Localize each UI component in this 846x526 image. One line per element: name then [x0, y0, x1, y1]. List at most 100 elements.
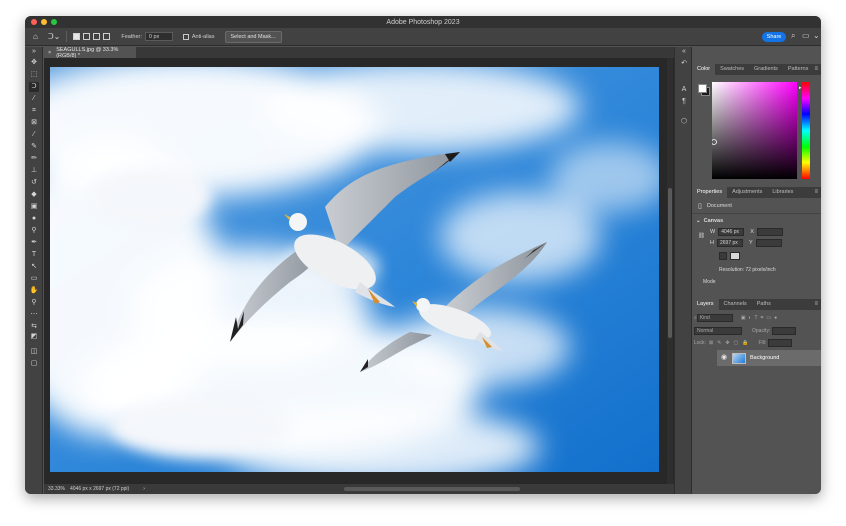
layer-filter-icons[interactable]: ▣◐T⌗▭●	[741, 315, 780, 321]
height-input[interactable]: 2697 px	[716, 239, 743, 247]
canvas-section-header[interactable]: ⌄ Canvas	[696, 218, 723, 224]
tab-swatches[interactable]: Swatches	[715, 64, 749, 75]
layer-filter-row: ⌕ Kind ▣◐T⌗▭●	[694, 314, 780, 322]
hue-slider[interactable]	[802, 82, 810, 179]
tab-color[interactable]: Color	[692, 64, 716, 75]
document-icon: ▯	[698, 203, 702, 210]
feather-input[interactable]: 0 px	[144, 32, 173, 41]
tab-adjustments[interactable]: Adjustments	[727, 187, 767, 198]
lasso-tool-icon[interactable]: ᑐ	[29, 82, 39, 92]
search-icon[interactable]: ⌕	[791, 31, 795, 41]
frame-tool-icon[interactable]: ⊠	[29, 118, 39, 128]
document-image[interactable]	[50, 67, 659, 472]
width-input[interactable]: 4046 px	[718, 228, 745, 236]
more-tools-icon[interactable]: ⋯	[29, 310, 39, 320]
intersect-selection-icon[interactable]	[103, 33, 111, 40]
paragraph-icon[interactable]: ¶	[679, 97, 689, 107]
lock-label: Lock:	[694, 340, 706, 346]
close-tab-icon[interactable]: ×	[48, 50, 51, 56]
layer-name: Background	[750, 355, 780, 361]
share-button[interactable]: Share	[762, 32, 786, 42]
foreground-color-swatch[interactable]	[698, 84, 707, 93]
zoom-level[interactable]: 33.33%	[48, 486, 70, 492]
move-tool-icon[interactable]: ✥	[29, 58, 39, 68]
swap-colors-icon[interactable]: ⇆	[29, 322, 39, 332]
chevron-down-icon[interactable]: ⌄	[813, 31, 820, 40]
lasso-preset-icon[interactable]: ᑐ⌄	[48, 32, 61, 41]
vertical-scrollbar[interactable]	[667, 58, 673, 484]
gradient-tool-icon[interactable]: ▣	[29, 202, 39, 212]
add-selection-icon[interactable]	[83, 33, 91, 40]
right-panels: Color Swatches Gradients Patterns ≡ ▸ Pr…	[692, 47, 821, 494]
x-input[interactable]	[756, 228, 783, 236]
subtract-selection-icon[interactable]	[93, 33, 101, 40]
marquee-tool-icon[interactable]: ⬚	[29, 70, 39, 80]
quick-selection-tool-icon[interactable]: ⁄	[29, 94, 39, 104]
eyedropper-tool-icon[interactable]: ⁄	[29, 130, 39, 140]
zoom-window-button[interactable]	[51, 19, 57, 25]
chevron-right-icon[interactable]: ›	[143, 486, 145, 492]
anti-alias-checkbox[interactable]	[182, 33, 189, 40]
healing-brush-tool-icon[interactable]: ✎	[29, 142, 39, 152]
tab-properties[interactable]: Properties	[692, 187, 728, 198]
layer-row-background[interactable]: ◉ Background 🔒︎	[717, 350, 821, 366]
cube-icon[interactable]: ⬡	[679, 117, 689, 127]
eye-icon[interactable]: ◉	[721, 354, 727, 361]
character-icon[interactable]: A	[679, 85, 689, 95]
color-swatches-icon[interactable]: ◩	[29, 332, 39, 342]
link-dimensions-icon[interactable]: ⛓	[698, 233, 705, 239]
path-selection-tool-icon[interactable]: ↖	[29, 262, 39, 272]
clone-stamp-tool-icon[interactable]: ⊥	[29, 166, 39, 176]
history-icon[interactable]: ↶	[679, 59, 689, 69]
panel-menu-icon[interactable]: ≡	[814, 64, 818, 75]
hue-slider-handle[interactable]: ▸	[799, 85, 802, 91]
screen-mode-icon[interactable]: ▢	[29, 359, 39, 369]
hand-tool-icon[interactable]: ✋	[29, 286, 39, 296]
lock-option-icons[interactable]: ⊠✎✥▢🔒	[709, 340, 753, 346]
close-window-button[interactable]	[31, 19, 37, 25]
history-brush-tool-icon[interactable]: ↺	[29, 178, 39, 188]
collapse-panels-icon[interactable]: «	[679, 47, 689, 57]
lock-fill-row: Lock: ⊠✎✥▢🔒 Fill:	[694, 339, 793, 347]
canvas-area[interactable]	[44, 58, 674, 484]
dodge-tool-icon[interactable]: ⚲	[29, 226, 39, 236]
tab-patterns[interactable]: Patterns	[783, 64, 813, 75]
fill-label: Fill:	[758, 340, 767, 346]
blend-mode-select[interactable]: Normal	[694, 327, 742, 335]
tab-gradients[interactable]: Gradients	[749, 64, 783, 75]
resolution-text: Resolution: 72 pixels/inch	[719, 267, 776, 273]
layer-filter-kind[interactable]: Kind	[696, 314, 733, 322]
crop-tool-icon[interactable]: ⌗	[29, 106, 39, 116]
portrait-orientation-icon[interactable]	[719, 252, 727, 260]
brush-tool-icon[interactable]: ✏	[29, 154, 39, 164]
tab-paths[interactable]: Paths	[752, 299, 776, 310]
minimize-window-button[interactable]	[41, 19, 47, 25]
rectangle-tool-icon[interactable]: ▭	[29, 274, 39, 284]
tools-panel: » ✥ ⬚ ᑐ ⁄ ⌗ ⊠ ⁄ ✎ ✏ ⊥ ↺ ◆ ▣ ● ⚲ ✒ T ↖ ▭ …	[25, 47, 43, 494]
pen-tool-icon[interactable]: ✒	[29, 238, 39, 248]
y-input[interactable]	[755, 239, 782, 247]
vertical-scroll-thumb[interactable]	[668, 188, 672, 338]
tab-libraries[interactable]: Libraries	[767, 187, 798, 198]
new-selection-icon[interactable]	[73, 33, 81, 40]
quick-mask-icon[interactable]: ◫	[29, 347, 39, 357]
select-and-mask-button[interactable]: Select and Mask...	[224, 30, 282, 43]
fill-input[interactable]	[768, 339, 793, 347]
opacity-input[interactable]	[772, 327, 797, 335]
color-picker-field[interactable]	[712, 82, 797, 179]
collapse-tools-icon[interactable]: »	[29, 47, 39, 57]
document-tab[interactable]: × SEAGULLS.jpg @ 33.3% (RGB/8) *	[44, 47, 136, 59]
type-tool-icon[interactable]: T	[29, 250, 39, 260]
tab-channels[interactable]: Channels	[719, 299, 752, 310]
zoom-tool-icon[interactable]: ⚲	[29, 298, 39, 308]
width-label: W	[710, 229, 716, 235]
landscape-orientation-icon[interactable]	[730, 252, 740, 260]
eraser-tool-icon[interactable]: ◆	[29, 190, 39, 200]
blur-tool-icon[interactable]: ●	[29, 214, 39, 224]
panel-menu-icon[interactable]: ≡	[814, 299, 818, 310]
horizontal-scroll-thumb[interactable]	[344, 487, 520, 491]
workspace-icon[interactable]: ▭	[802, 31, 810, 40]
tab-layers[interactable]: Layers	[692, 299, 719, 310]
panel-menu-icon[interactable]: ≡	[814, 187, 818, 198]
home-icon[interactable]: ⌂	[33, 32, 38, 41]
